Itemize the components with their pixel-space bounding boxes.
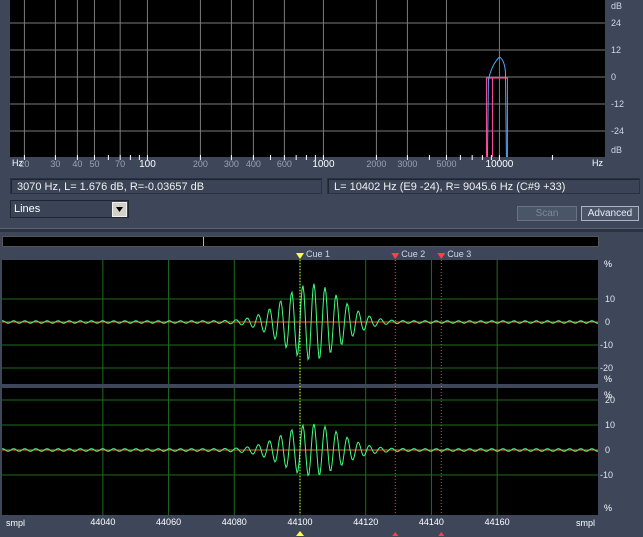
ch2-unit-top: % (604, 390, 613, 400)
channel-1-y-tick: 10 (605, 294, 615, 304)
waveform-x-tick: 44040 (90, 517, 115, 527)
spectrum-hz-unit-left: Hz (12, 158, 23, 168)
spectrum-db-unit-bottom: dB (611, 145, 623, 155)
spectrum-freq-tick: 3000 (397, 159, 417, 169)
channel-2-y-tick: 0 (605, 445, 610, 455)
spectrum-freq-tick: 10000 (486, 159, 514, 170)
cue-marker-icon (296, 253, 304, 259)
chevron-down-icon[interactable] (112, 202, 127, 217)
cue-marker-icon (437, 253, 446, 259)
cue-label: Cue 1 (306, 249, 330, 259)
spectrum-freq-tick: 100 (139, 159, 156, 170)
waveform-x-tick: 44060 (156, 517, 181, 527)
spectrum-freq-tick: 400 (246, 159, 261, 169)
spectrum-db-tick: -24 (611, 126, 624, 136)
channel-1-y-tick: 0 (605, 317, 610, 327)
overview-position-marker (203, 237, 204, 246)
spectrum-db-unit-top: dB (611, 1, 623, 11)
spectrum-left-curve (486, 56, 507, 158)
waveform-x-tick: 44120 (353, 517, 378, 527)
spectrum-freq-tick: 200 (193, 159, 208, 169)
spectrum-db-tick: -12 (611, 99, 624, 109)
channel-1-y-tick: -10 (600, 340, 613, 350)
panel-divider (0, 228, 643, 232)
spectrum-right-curve (485, 77, 508, 157)
channel-2-y-tick: -10 (600, 470, 613, 480)
spectrum-freq-tick: 600 (277, 159, 292, 169)
advanced-button[interactable]: Advanced (581, 206, 639, 221)
overview-bar[interactable] (2, 236, 599, 247)
view-mode-select[interactable]: Lines (10, 200, 129, 218)
cue-label: Cue 2 (401, 249, 425, 259)
x-unit-left: smpl (6, 518, 26, 528)
spectrum-freq-tick: 300 (224, 159, 239, 169)
spectrum-freq-tick: 1000 (312, 159, 335, 170)
spectrum-db-tick: 0 (611, 72, 616, 82)
waveform-x-tick: 44140 (419, 517, 444, 527)
spectrum-freq-tick: 5000 (436, 159, 456, 169)
spectrum-freq-tick: 2000 (366, 159, 386, 169)
waveform-x-tick: 44080 (222, 517, 247, 527)
view-mode-value: Lines (14, 203, 41, 215)
cursor-readout: 3070 Hz, L= 1.676 dB, R=-0.03657 dB (10, 178, 322, 194)
spectrum-freq-tick: 50 (89, 159, 99, 169)
peak-readout: L= 10402 Hz (E9 -24), R= 9045.6 Hz (C#9 … (327, 178, 640, 194)
spectrum-freq-tick: 70 (115, 159, 125, 169)
waveform-x-tick: 44100 (287, 517, 312, 527)
spectrum-db-tick: 24 (611, 18, 621, 28)
ch1-unit-top: % (604, 259, 613, 269)
ch2-unit-bottom: % (604, 503, 613, 513)
channel-1-y-tick: -20 (600, 363, 613, 373)
spectrum-freq-tick: 40 (72, 159, 82, 169)
x-unit-right: smpl (576, 518, 596, 528)
waveform-graph[interactable]: 44040 44060 44080 44100 44120 44140 44160 10 0 -1… (0, 247, 643, 537)
spectrum-graph: 24120-12-2420 30 40 50 70 100 200 300 400 600 1000… (10, 0, 624, 170)
ch1-unit-bottom: % (604, 374, 613, 384)
cue-label: Cue 3 (447, 249, 471, 259)
scan-button[interactable]: Scan (517, 206, 577, 221)
waveform-x-tick: 44160 (485, 517, 510, 527)
spectrum-db-tick: 12 (611, 45, 621, 55)
channel-2-y-tick: 10 (605, 420, 615, 430)
spectrum-hz-unit-right: Hz (592, 158, 603, 168)
cue-marker-icon (391, 253, 400, 259)
cue-bottom-marker-icon (392, 532, 399, 536)
cue-bottom-marker-icon (438, 532, 445, 536)
cue-bottom-marker-icon (296, 531, 304, 536)
spectrum-freq-tick: 30 (50, 159, 60, 169)
